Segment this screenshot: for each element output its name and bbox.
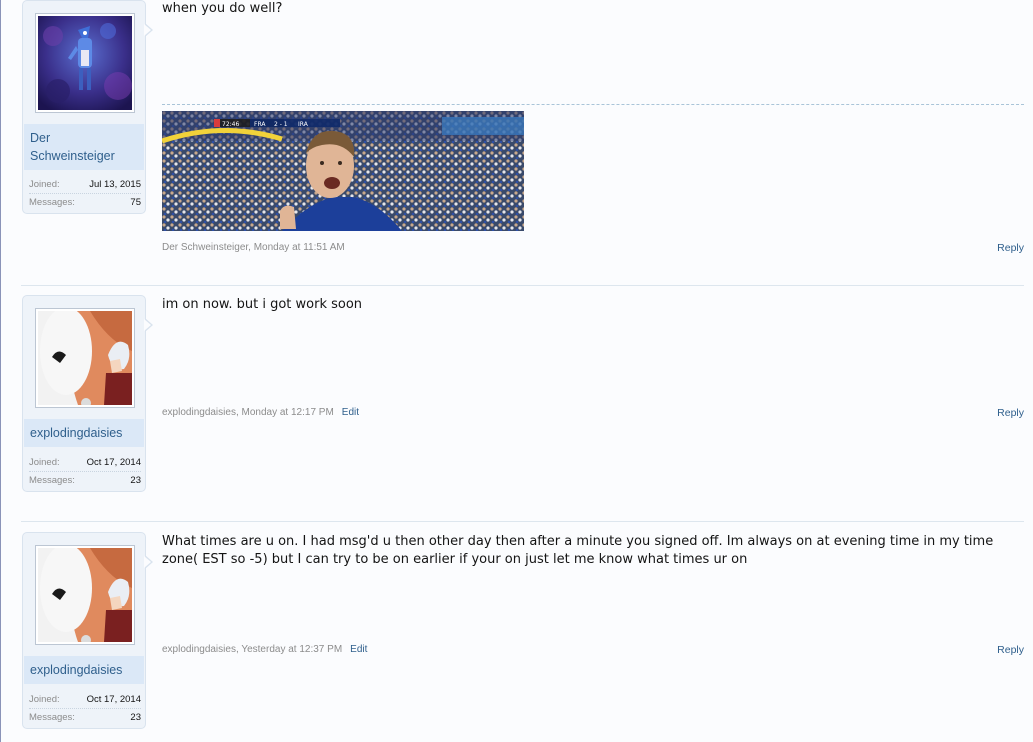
username[interactable]: explodingdaisies [24,656,144,684]
overlay-team-a: FRA [254,121,266,128]
user-stats: Joined: Oct 17, 2014 Messages: 23 [29,691,141,725]
reply-link[interactable]: Reply [997,242,1024,254]
user-stats: Joined: Oct 17, 2014 Messages: 23 [29,454,141,488]
username[interactable]: explodingdaisies [24,419,144,447]
post-time[interactable]: Monday at 12:17 PM [242,407,334,418]
signature-divider [162,104,1024,105]
messages-label: Messages: [29,475,75,486]
user-stats: Joined: Jul 13, 2015 Messages: 75 [29,176,141,210]
post-time[interactable]: Monday at 11:51 AM [254,242,345,253]
messages-count[interactable]: 23 [130,709,141,725]
reply-link[interactable]: Reply [997,644,1024,656]
message-text: im on now. but i got work soon [162,297,363,312]
reply-link[interactable]: Reply [997,407,1024,419]
post-divider [21,521,1024,522]
post-meta: explodingdaisies, Yesterday at 12:37 PM E… [162,644,368,655]
message-text: What times are u on. I had msg'd u then … [162,534,994,567]
post-author[interactable]: Der Schweinsteiger [162,242,248,253]
post-meta: Der Schweinsteiger, Monday at 11:51 AM [162,242,345,253]
user-card: explodingdaisies Joined: Oct 17, 2014 Me… [22,532,153,729]
edit-link[interactable]: Edit [342,407,359,418]
post-divider [21,285,1024,286]
joined-date: Jul 13, 2015 [89,179,141,190]
avatar-image-bluejay [38,16,132,110]
signature-gif-celebration: 72:46 FRA 2 - 1 IRA [162,111,524,231]
avatar[interactable] [35,545,135,645]
joined-label: Joined: [29,179,60,190]
overlay-team-b: IRA [298,121,309,128]
avatar[interactable] [35,308,135,408]
username[interactable]: Der Schweinsteiger [24,124,144,170]
post-author[interactable]: explodingdaisies [162,644,236,655]
overlay-score: 2 - 1 [274,121,288,128]
message-text: when you do well? [162,1,283,16]
signature-image: 72:46 FRA 2 - 1 IRA [162,111,524,231]
joined-label: Joined: [29,457,60,468]
avatar-image-anime [38,311,132,405]
avatar[interactable] [35,13,135,113]
avatar-image-anime [38,548,132,642]
edit-link[interactable]: Edit [350,644,367,655]
post-time[interactable]: Yesterday at 12:37 PM [241,644,342,655]
overlay-clock: 72:46 [222,121,239,128]
user-card: Der Schweinsteiger Joined: Jul 13, 2015 … [22,0,153,214]
user-card: explodingdaisies Joined: Oct 17, 2014 Me… [22,295,153,492]
post-author[interactable]: explodingdaisies [162,407,236,418]
joined-label: Joined: [29,694,60,705]
messages-label: Messages: [29,197,75,208]
joined-date: Oct 17, 2014 [86,694,141,705]
messages-label: Messages: [29,712,75,723]
post-meta: explodingdaisies, Monday at 12:17 PM Edit [162,407,360,418]
joined-date: Oct 17, 2014 [86,457,141,468]
messages-count[interactable]: 23 [130,472,141,488]
messages-count[interactable]: 75 [130,194,141,210]
